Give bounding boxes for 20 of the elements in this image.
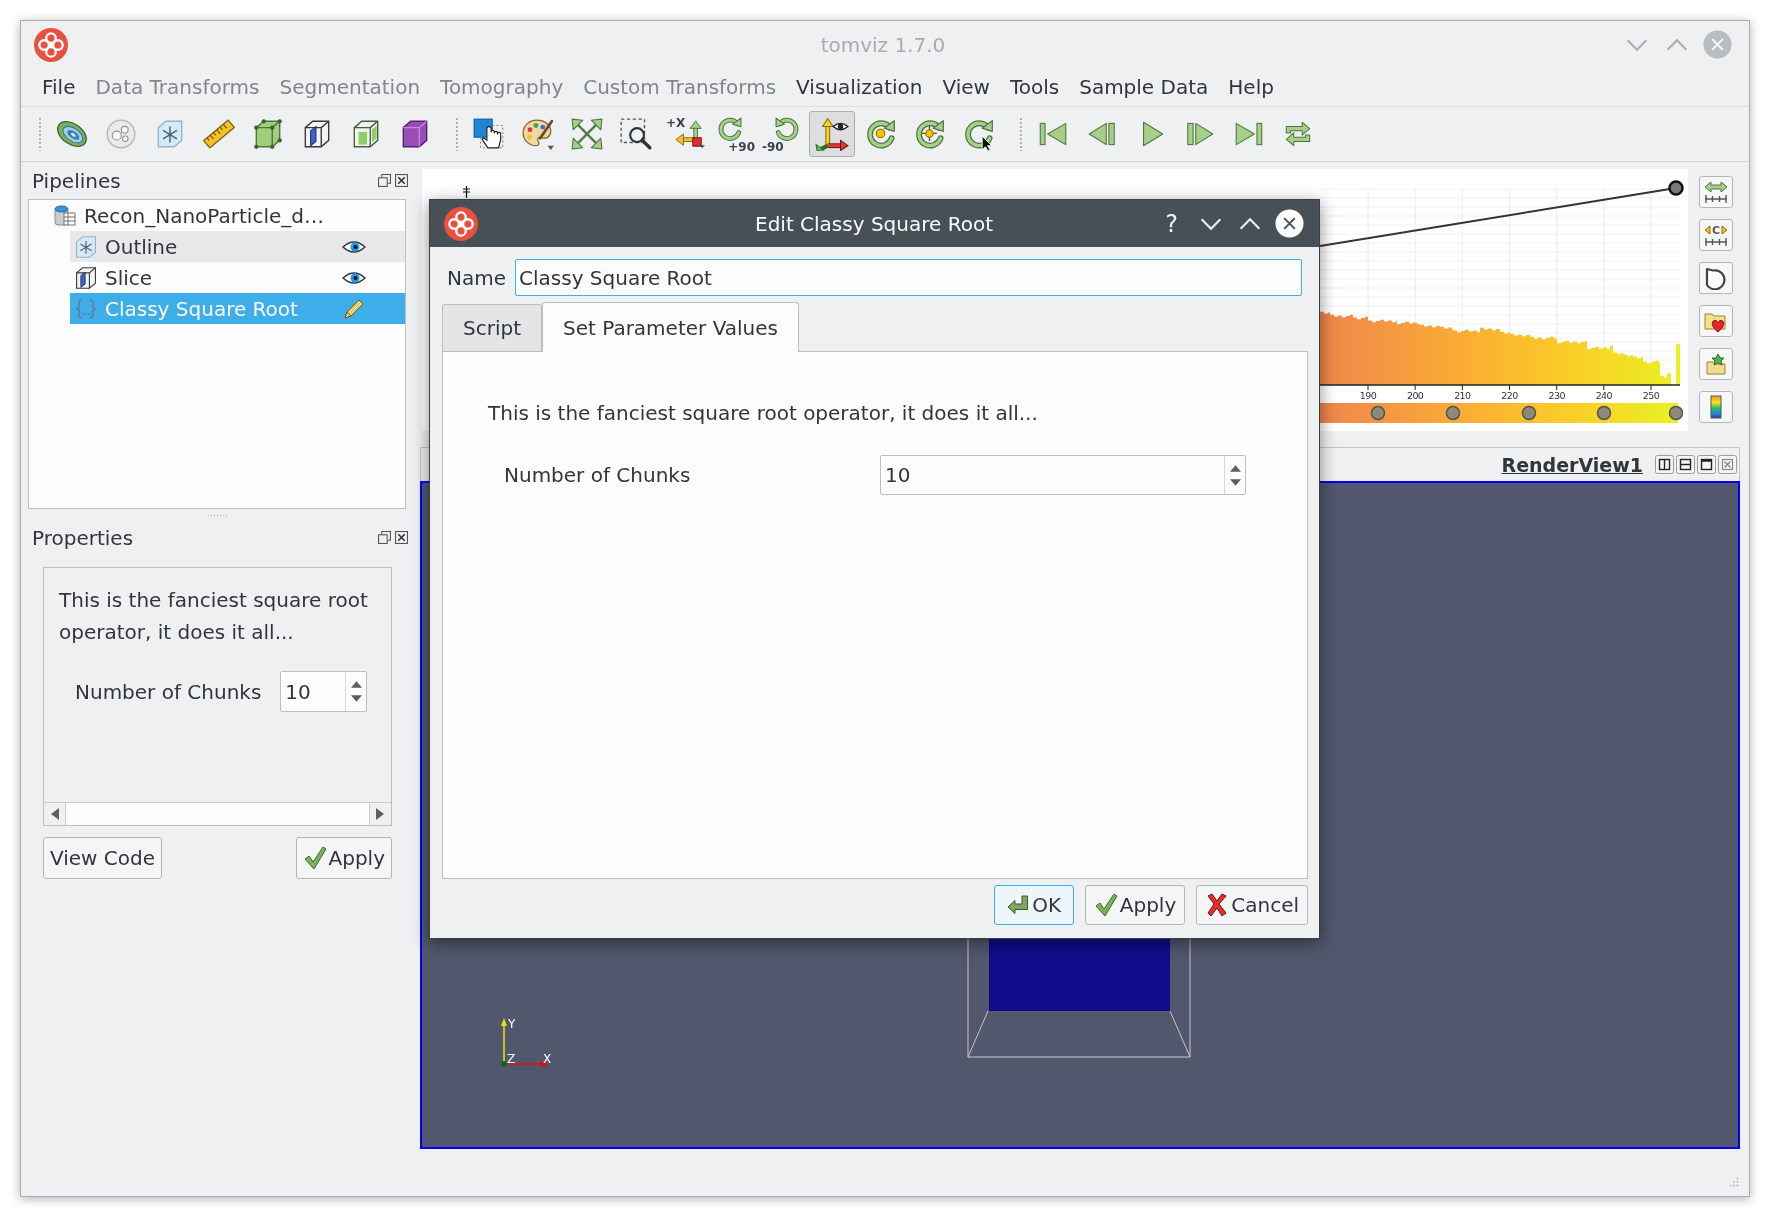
tick-label: 250 <box>1642 390 1660 401</box>
description-text: This is the fanciest square root operator, it does it all... <box>488 400 1038 427</box>
panel-title: Pipelines <box>32 168 121 193</box>
axis-label: X <box>543 1052 552 1066</box>
field-label: Name <box>447 265 506 290</box>
dialog-title: Edit Classy Square Root <box>755 211 993 236</box>
tick-label: 200 <box>1407 390 1424 401</box>
view-title: RenderView1 <box>1501 453 1643 476</box>
description-text: This is the fanciest square root operator, it does it all... <box>58 587 369 646</box>
window-title: tomviz 1.7.0 <box>820 32 946 57</box>
tick-label: 190 <box>1359 390 1377 401</box>
tick-label: 210 <box>1454 390 1471 401</box>
tick-label: 240 <box>1595 390 1612 401</box>
panel-title: Properties <box>32 525 134 550</box>
axis-label: Z <box>507 1052 516 1066</box>
parameter-label: Number of Chunks <box>504 463 691 487</box>
axis-label: Y <box>508 1017 516 1031</box>
tick-label: 230 <box>1548 390 1565 401</box>
parameter-label: Number of Chunks <box>75 679 262 704</box>
tick-label: 220 <box>1501 390 1518 401</box>
